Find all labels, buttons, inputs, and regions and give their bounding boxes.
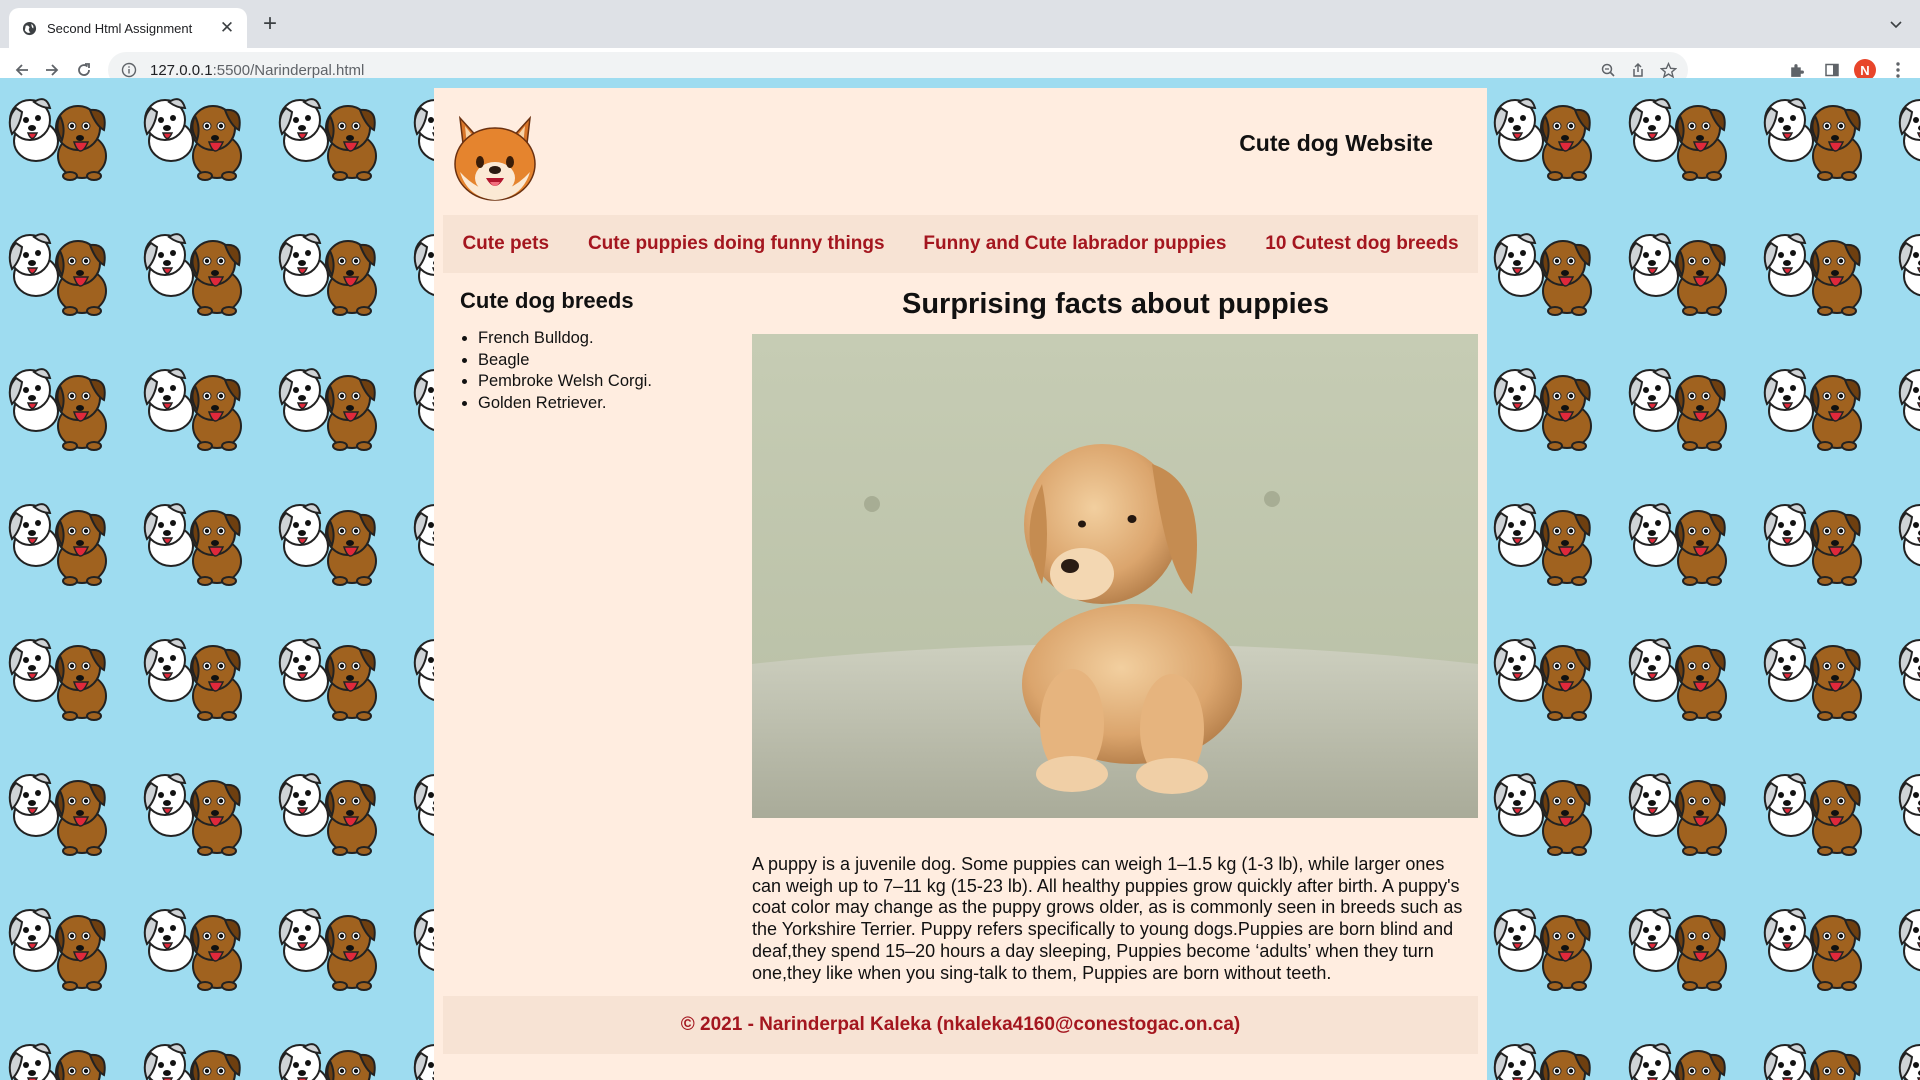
shiba-logo-icon	[454, 115, 536, 201]
globe-icon	[21, 20, 37, 36]
site-title: Cute dog Website	[1239, 130, 1433, 156]
nav-link-labrador-puppies[interactable]: Funny and Cute labrador puppies	[923, 233, 1226, 255]
page-container: Cute dog Website Cute pets Cute puppies …	[434, 88, 1487, 1080]
nav-link-cute-pets[interactable]: Cute pets	[462, 233, 549, 255]
browser-tab[interactable]: Second Html Assignment ✕	[9, 8, 247, 48]
nav-link-cutest-breeds[interactable]: 10 Cutest dog breeds	[1265, 233, 1458, 255]
sidebar: Cute dog breeds French Bulldog. Beagle P…	[460, 288, 740, 414]
url-path: :5500/Narinderpal.html	[212, 61, 365, 79]
tab-strip: Second Html Assignment ✕ +	[0, 0, 1920, 48]
main-content: Surprising facts about puppies A puppy i…	[752, 288, 1479, 983]
list-item: French Bulldog.	[478, 328, 740, 350]
breed-list: French Bulldog. Beagle Pembroke Welsh Co…	[460, 328, 740, 414]
close-icon[interactable]: ✕	[215, 16, 239, 40]
page-viewport: Cute dog Website Cute pets Cute puppies …	[0, 78, 1920, 1080]
tab-title: Second Html Assignment	[47, 20, 193, 36]
puppy-photo	[752, 334, 1478, 818]
list-item: Pembroke Welsh Corgi.	[478, 371, 740, 393]
url-text: 127.0.0.1:5500/Narinderpal.html	[150, 62, 364, 79]
footer-copyright: © 2021 - Narinderpal Kaleka (nkaleka4160…	[680, 1014, 1241, 1035]
url-host: 127.0.0.1	[150, 61, 213, 79]
nav-link-funny-puppies[interactable]: Cute puppies doing funny things	[588, 233, 885, 255]
puppy-facts-paragraph: A puppy is a juvenile dog. Some puppies …	[752, 854, 1463, 983]
list-item: Beagle	[478, 350, 740, 372]
plus-icon[interactable]: +	[258, 12, 282, 36]
main-nav: Cute pets Cute puppies doing funny thing…	[443, 215, 1478, 273]
sidebar-heading: Cute dog breeds	[460, 288, 634, 313]
site-footer: © 2021 - Narinderpal Kaleka (nkaleka4160…	[443, 996, 1478, 1054]
page-title: Surprising facts about puppies	[902, 288, 1329, 320]
chevron-down-icon[interactable]	[1884, 12, 1908, 36]
list-item: Golden Retriever.	[478, 393, 740, 415]
info-icon[interactable]	[120, 61, 138, 79]
site-header: Cute dog Website	[434, 88, 1487, 215]
